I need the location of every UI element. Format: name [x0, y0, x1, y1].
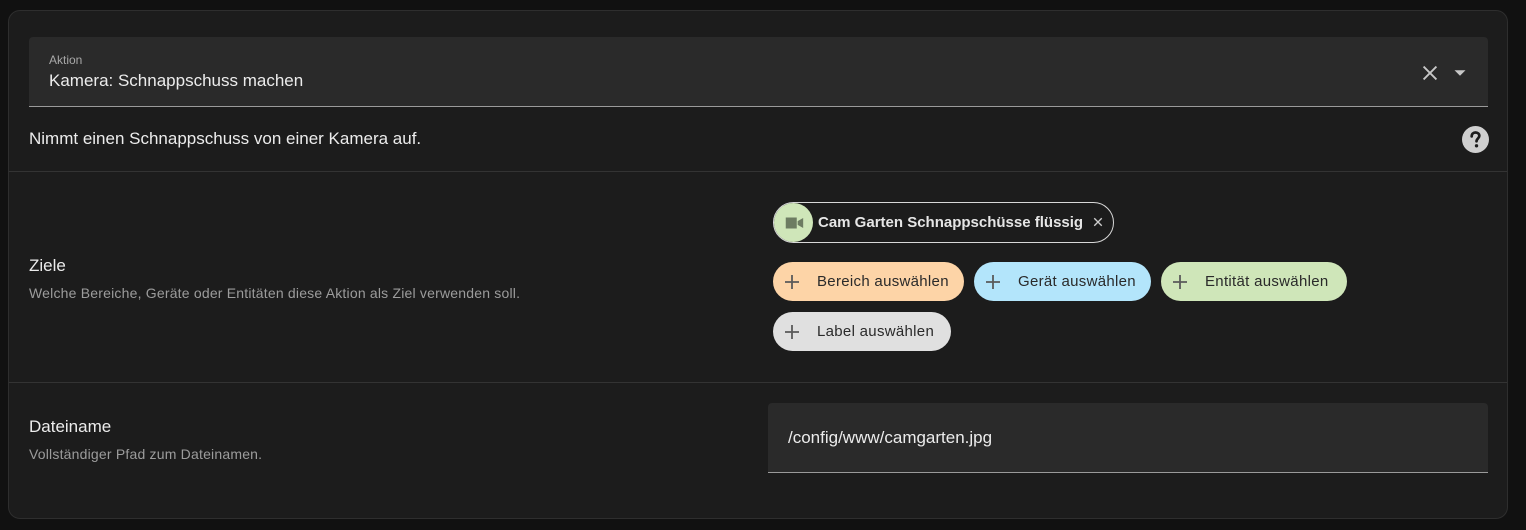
select-device-button[interactable]: Gerät auswählen — [974, 262, 1151, 301]
help-icon[interactable] — [1462, 126, 1489, 153]
video-camera-icon — [774, 203, 813, 242]
filename-field[interactable] — [768, 403, 1488, 473]
plus-icon — [986, 274, 1000, 289]
plus-icon — [785, 274, 799, 289]
action-select[interactable]: Aktion Kamera: Schnappschuss machen — [29, 37, 1488, 107]
select-entity-label: Entität auswählen — [1205, 273, 1329, 290]
select-label-label: Label auswählen — [817, 323, 935, 340]
filename-subtitle: Vollständiger Pfad zum Dateinamen. — [29, 446, 263, 462]
targets-title: Ziele — [29, 256, 66, 275]
selected-entity-label: Cam Garten Schnappschüsse flüssig — [818, 214, 1084, 231]
divider — [9, 382, 1507, 383]
action-field-label: Aktion — [49, 53, 83, 67]
select-label-button[interactable]: Label auswählen — [773, 312, 951, 351]
action-card: Aktion Kamera: Schnappschuss machen Nimm… — [8, 10, 1508, 519]
filename-title: Dateiname — [29, 417, 112, 436]
divider — [9, 171, 1507, 172]
targets-subtitle: Welche Bereiche, Geräte oder Entitäten d… — [29, 285, 521, 301]
plus-icon — [1173, 274, 1187, 289]
clear-icon[interactable] — [1419, 62, 1441, 84]
filename-input[interactable] — [788, 425, 1468, 451]
action-description: Nimmt einen Schnappschuss von einer Kame… — [29, 129, 422, 148]
select-area-button[interactable]: Bereich auswählen — [773, 262, 964, 301]
select-area-label: Bereich auswählen — [817, 273, 949, 290]
chevron-down-icon[interactable] — [1449, 62, 1471, 84]
action-field-value: Kamera: Schnappschuss machen — [49, 71, 304, 90]
plus-icon — [785, 324, 799, 339]
remove-entity-icon[interactable] — [1089, 213, 1107, 231]
selected-entity-chip[interactable]: Cam Garten Schnappschüsse flüssig — [773, 202, 1114, 243]
select-device-label: Gerät auswählen — [1018, 273, 1136, 290]
select-entity-button[interactable]: Entität auswählen — [1161, 262, 1347, 301]
